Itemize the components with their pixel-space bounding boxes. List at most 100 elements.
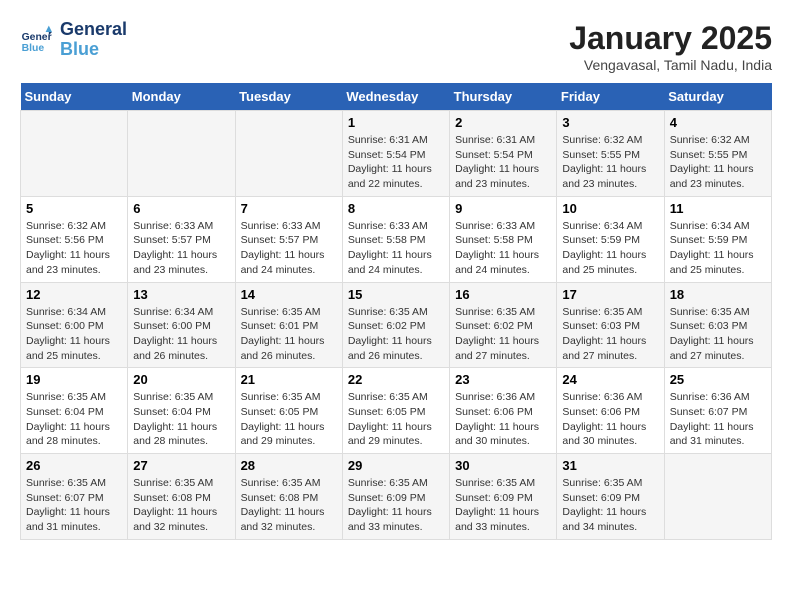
cell-content: Sunrise: 6:31 AMSunset: 5:54 PMDaylight:… <box>348 133 444 192</box>
cell-content: Sunrise: 6:32 AMSunset: 5:55 PMDaylight:… <box>670 133 766 192</box>
cell-content: Sunrise: 6:34 AMSunset: 5:59 PMDaylight:… <box>670 219 766 278</box>
week-row-2: 5 Sunrise: 6:32 AMSunset: 5:56 PMDaylight… <box>21 196 772 282</box>
calendar-cell: 5 Sunrise: 6:32 AMSunset: 5:56 PMDaylight… <box>21 196 128 282</box>
day-number: 18 <box>670 287 766 302</box>
day-number: 10 <box>562 201 658 216</box>
svg-text:Blue: Blue <box>22 43 45 54</box>
calendar-cell: 1Sunrise: 6:31 AMSunset: 5:54 PMDaylight… <box>342 111 449 197</box>
cell-content: Sunrise: 6:36 AMSunset: 6:07 PMDaylight:… <box>670 390 766 449</box>
day-number: 27 <box>133 458 229 473</box>
weekday-header-monday: Monday <box>128 83 235 111</box>
day-number: 7 <box>241 201 337 216</box>
cell-content: Sunrise: 6:35 AMSunset: 6:08 PMDaylight:… <box>133 476 229 535</box>
calendar-cell: 13Sunrise: 6:34 AMSunset: 6:00 PMDayligh… <box>128 282 235 368</box>
calendar-cell: 27 Sunrise: 6:35 AMSunset: 6:08 PMDayligh… <box>128 454 235 540</box>
cell-content: Sunrise: 6:36 AMSunset: 6:06 PMDaylight:… <box>455 390 551 449</box>
weekday-header-thursday: Thursday <box>450 83 557 111</box>
cell-content: Sunrise: 6:33 AMSunset: 5:58 PMDaylight:… <box>348 219 444 278</box>
day-number: 6 <box>133 201 229 216</box>
calendar-cell: 7 Sunrise: 6:33 AMSunset: 5:57 PMDaylight… <box>235 196 342 282</box>
cell-content: Sunrise: 6:35 AMSunset: 6:03 PMDaylight:… <box>670 305 766 364</box>
calendar-cell: 19 Sunrise: 6:35 AMSunset: 6:04 PMDayligh… <box>21 368 128 454</box>
calendar-cell: 11 Sunrise: 6:34 AMSunset: 5:59 PMDayligh… <box>664 196 771 282</box>
cell-content: Sunrise: 6:35 AMSunset: 6:03 PMDaylight:… <box>562 305 658 364</box>
logo-icon: General Blue <box>20 24 52 56</box>
calendar-cell: 2Sunrise: 6:31 AMSunset: 5:54 PMDaylight… <box>450 111 557 197</box>
cell-content: Sunrise: 6:35 AMSunset: 6:09 PMDaylight:… <box>455 476 551 535</box>
cell-content: Sunrise: 6:31 AMSunset: 5:54 PMDaylight:… <box>455 133 551 192</box>
page-header: General Blue General Blue January 2025 V… <box>20 20 772 73</box>
calendar-cell: 29 Sunrise: 6:35 AMSunset: 6:09 PMDayligh… <box>342 454 449 540</box>
calendar-cell: 12Sunrise: 6:34 AMSunset: 6:00 PMDayligh… <box>21 282 128 368</box>
cell-content: Sunrise: 6:35 AMSunset: 6:01 PMDaylight:… <box>241 305 337 364</box>
day-number: 21 <box>241 372 337 387</box>
calendar-cell: 20 Sunrise: 6:35 AMSunset: 6:04 PMDayligh… <box>128 368 235 454</box>
calendar-cell: 18 Sunrise: 6:35 AMSunset: 6:03 PMDayligh… <box>664 282 771 368</box>
cell-content: Sunrise: 6:32 AMSunset: 5:56 PMDaylight:… <box>26 219 122 278</box>
day-number: 31 <box>562 458 658 473</box>
day-number: 28 <box>241 458 337 473</box>
week-row-4: 19 Sunrise: 6:35 AMSunset: 6:04 PMDayligh… <box>21 368 772 454</box>
calendar-cell: 9Sunrise: 6:33 AMSunset: 5:58 PMDaylight… <box>450 196 557 282</box>
cell-content: Sunrise: 6:33 AMSunset: 5:58 PMDaylight:… <box>455 219 551 278</box>
day-number: 26 <box>26 458 122 473</box>
logo-line1: General <box>60 20 127 40</box>
day-number: 5 <box>26 201 122 216</box>
day-number: 15 <box>348 287 444 302</box>
cell-content: Sunrise: 6:33 AMSunset: 5:57 PMDaylight:… <box>241 219 337 278</box>
day-number: 16 <box>455 287 551 302</box>
calendar-cell: 15 Sunrise: 6:35 AMSunset: 6:02 PMDayligh… <box>342 282 449 368</box>
calendar-cell: 30 Sunrise: 6:35 AMSunset: 6:09 PMDayligh… <box>450 454 557 540</box>
day-number: 17 <box>562 287 658 302</box>
calendar-cell: 10Sunrise: 6:34 AMSunset: 5:59 PMDayligh… <box>557 196 664 282</box>
day-number: 29 <box>348 458 444 473</box>
calendar-cell: 16 Sunrise: 6:35 AMSunset: 6:02 PMDayligh… <box>450 282 557 368</box>
calendar-cell <box>235 111 342 197</box>
day-number: 8 <box>348 201 444 216</box>
day-number: 25 <box>670 372 766 387</box>
day-number: 11 <box>670 201 766 216</box>
day-number: 30 <box>455 458 551 473</box>
logo: General Blue General Blue <box>20 20 127 60</box>
cell-content: Sunrise: 6:35 AMSunset: 6:09 PMDaylight:… <box>348 476 444 535</box>
calendar-cell: 17 Sunrise: 6:35 AMSunset: 6:03 PMDayligh… <box>557 282 664 368</box>
calendar-cell: 4 Sunrise: 6:32 AMSunset: 5:55 PMDaylight… <box>664 111 771 197</box>
cell-content: Sunrise: 6:36 AMSunset: 6:06 PMDaylight:… <box>562 390 658 449</box>
calendar-cell: 6Sunrise: 6:33 AMSunset: 5:57 PMDaylight… <box>128 196 235 282</box>
calendar-header: SundayMondayTuesdayWednesdayThursdayFrid… <box>21 83 772 111</box>
week-row-5: 26 Sunrise: 6:35 AMSunset: 6:07 PMDayligh… <box>21 454 772 540</box>
calendar-cell: 26 Sunrise: 6:35 AMSunset: 6:07 PMDayligh… <box>21 454 128 540</box>
calendar-cell: 3 Sunrise: 6:32 AMSunset: 5:55 PMDaylight… <box>557 111 664 197</box>
day-number: 3 <box>562 115 658 130</box>
cell-content: Sunrise: 6:32 AMSunset: 5:55 PMDaylight:… <box>562 133 658 192</box>
day-number: 4 <box>670 115 766 130</box>
weekday-header-tuesday: Tuesday <box>235 83 342 111</box>
calendar-cell: 22 Sunrise: 6:35 AMSunset: 6:05 PMDayligh… <box>342 368 449 454</box>
logo-line2: Blue <box>60 40 127 60</box>
week-row-1: 1Sunrise: 6:31 AMSunset: 5:54 PMDaylight… <box>21 111 772 197</box>
cell-content: Sunrise: 6:35 AMSunset: 6:05 PMDaylight:… <box>348 390 444 449</box>
calendar-cell: 8 Sunrise: 6:33 AMSunset: 5:58 PMDaylight… <box>342 196 449 282</box>
cell-content: Sunrise: 6:35 AMSunset: 6:04 PMDaylight:… <box>26 390 122 449</box>
day-number: 22 <box>348 372 444 387</box>
calendar-cell: 23 Sunrise: 6:36 AMSunset: 6:06 PMDayligh… <box>450 368 557 454</box>
calendar-cell: 14Sunrise: 6:35 AMSunset: 6:01 PMDayligh… <box>235 282 342 368</box>
svg-text:General: General <box>22 32 52 43</box>
calendar-cell: 24Sunrise: 6:36 AMSunset: 6:06 PMDayligh… <box>557 368 664 454</box>
cell-content: Sunrise: 6:35 AMSunset: 6:02 PMDaylight:… <box>348 305 444 364</box>
day-number: 23 <box>455 372 551 387</box>
day-number: 12 <box>26 287 122 302</box>
week-row-3: 12 Sunrise: 6:34 AMSunset: 6:00 PMDayligh… <box>21 282 772 368</box>
cell-content: Sunrise: 6:35 AMSunset: 6:02 PMDaylight:… <box>455 305 551 364</box>
calendar-title: January 2025 <box>569 20 772 57</box>
cell-content: Sunrise: 6:34 AMSunset: 6:00 PMDaylight:… <box>133 305 229 364</box>
calendar-cell <box>664 454 771 540</box>
day-number: 20 <box>133 372 229 387</box>
calendar-body: 1Sunrise: 6:31 AMSunset: 5:54 PMDaylight… <box>21 111 772 540</box>
day-number: 19 <box>26 372 122 387</box>
cell-content: Sunrise: 6:35 AMSunset: 6:05 PMDaylight:… <box>241 390 337 449</box>
calendar-cell <box>21 111 128 197</box>
calendar-cell: 31Sunrise: 6:35 AMSunset: 6:09 PMDayligh… <box>557 454 664 540</box>
cell-content: Sunrise: 6:35 AMSunset: 6:07 PMDaylight:… <box>26 476 122 535</box>
cell-content: Sunrise: 6:35 AMSunset: 6:04 PMDaylight:… <box>133 390 229 449</box>
